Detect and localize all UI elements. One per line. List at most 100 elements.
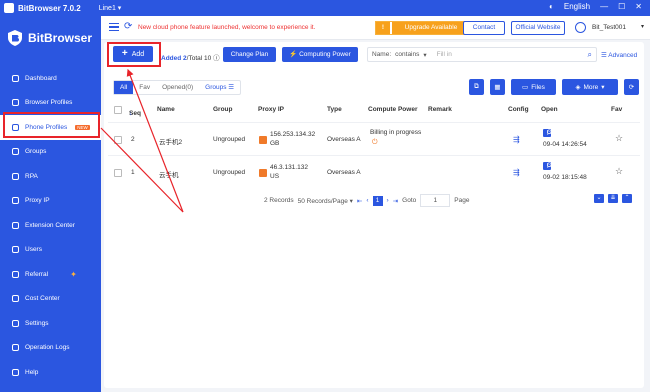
refresh-icon[interactable]: ⟳ xyxy=(624,79,639,95)
search-icon[interactable]: ⌕ xyxy=(588,50,592,60)
first-page-icon[interactable]: ⇤ xyxy=(357,197,362,205)
sidebar-item-groups[interactable]: Groups xyxy=(0,140,101,165)
info-icon[interactable]: ⓘ xyxy=(213,55,220,62)
advanced-filter-link[interactable]: ☰ Advanced xyxy=(601,51,637,59)
rpa-icon xyxy=(12,172,19,180)
sidebar-item-proxy-ip[interactable]: Proxy IP xyxy=(0,189,101,214)
sidebar-item-label: RPA xyxy=(25,172,38,180)
copy-icon[interactable]: ⧉ xyxy=(469,79,484,95)
filter-tabs: All Fav Opened(0) Groups ☰ xyxy=(113,80,242,95)
sidebar-item-label: Browser Profiles xyxy=(25,99,73,107)
row-checkbox[interactable] xyxy=(114,136,122,144)
change-plan-button[interactable]: Change Plan xyxy=(223,47,276,62)
menu-icon[interactable] xyxy=(109,23,119,31)
proxy-icon xyxy=(12,197,19,205)
sidebar-item-cost-center[interactable]: Cost Center xyxy=(0,287,101,312)
records-count: 2 Records xyxy=(264,197,294,204)
sidebar-item-rpa[interactable]: RPA xyxy=(0,164,101,189)
top-bar: ⟳ New cloud phone feature launched, welc… xyxy=(101,16,650,40)
monitor-icon: ▭ xyxy=(522,84,529,91)
notice-text[interactable]: New cloud phone feature launched, welcom… xyxy=(138,24,315,31)
sidebar-item-help[interactable]: Help xyxy=(0,360,101,385)
sort-down-icon: ↓ xyxy=(129,110,133,117)
app-name: BitBrowser 7.0.2 xyxy=(18,3,81,13)
star-icon[interactable]: ☆ xyxy=(615,133,623,144)
config-icon[interactable]: ⇶ xyxy=(513,135,520,144)
col-fav: Fav xyxy=(611,106,623,113)
theme-toggle-icon[interactable]: ◐ xyxy=(549,2,554,11)
config-icon[interactable]: ⇶ xyxy=(513,168,520,177)
per-page-select[interactable]: 50 Records/Page ▾ xyxy=(298,197,353,205)
col-config: Config xyxy=(508,106,529,113)
row-proxy-ip: 46.3.131.132 xyxy=(270,164,308,171)
logs-icon xyxy=(12,344,19,352)
chevron-down-icon: ▾ xyxy=(601,84,605,91)
star-icon[interactable]: ☆ xyxy=(615,166,623,177)
sidebar: BitBrowser Dashboard Browser Profiles Ph… xyxy=(0,16,101,392)
minimize-icon[interactable]: — xyxy=(600,2,608,11)
title-bar: BitBrowser 7.0.2 Line1 ▾ ◐ English — ☐ ✕ xyxy=(0,0,650,16)
goto-input[interactable]: 1 xyxy=(420,194,451,207)
user-name[interactable]: Bit_Test001 xyxy=(592,24,626,31)
sidebar-item-operation-logs[interactable]: Operation Logs xyxy=(0,336,101,361)
row-checkbox[interactable] xyxy=(114,169,122,177)
more-button[interactable]: ◈ More ▾ xyxy=(562,79,618,95)
col-remark: Remark xyxy=(428,106,452,113)
files-button[interactable]: ▭ Files xyxy=(511,79,556,95)
table-header: Seq ↓ Name Group Proxy IP Type Compute P… xyxy=(108,102,640,118)
sidebar-item-extension-center[interactable]: Extension Center xyxy=(0,213,101,238)
sidebar-item-settings[interactable]: Settings xyxy=(0,311,101,336)
sidebar-item-referral[interactable]: Referral ✦ xyxy=(0,262,101,287)
row-type: Overseas A xyxy=(327,136,361,143)
line-selector[interactable]: Line1 ▾ xyxy=(99,4,122,12)
prev-page-icon[interactable]: ‹ xyxy=(366,197,368,204)
chevron-down-icon[interactable]: ▾ xyxy=(641,23,644,30)
scroll-bottom-icon[interactable]: ⇊ xyxy=(608,194,618,203)
tab-opened[interactable]: Opened(0) xyxy=(156,81,199,94)
official-website-button[interactable]: Official Website xyxy=(511,21,565,35)
filter-icon: ☰ xyxy=(601,52,607,59)
gear-icon xyxy=(12,319,19,327)
total-text: /Total 10 xyxy=(186,55,212,62)
chevron-up-icon[interactable]: ⌃ xyxy=(622,194,632,203)
last-page-icon[interactable]: ⇥ xyxy=(393,197,398,205)
contact-button[interactable]: Contact xyxy=(463,21,505,35)
language-selector[interactable]: English xyxy=(564,2,590,11)
sidebar-item-label: Extension Center xyxy=(25,221,75,229)
refresh-icon[interactable]: ⟳ xyxy=(124,21,132,32)
proxy-geo-icon xyxy=(259,136,267,144)
columns-icon[interactable]: ▦ xyxy=(490,79,505,95)
sparkle-icon: ✦ xyxy=(70,269,77,279)
row-seq: 2 xyxy=(131,136,135,143)
chevron-down-icon[interactable]: ▾ xyxy=(423,51,426,59)
sidebar-item-users[interactable]: Users xyxy=(0,238,101,263)
col-compute-power: Compute Power xyxy=(368,106,418,113)
avatar[interactable] xyxy=(575,22,586,33)
open-button[interactable]: ▷ Open xyxy=(543,129,562,137)
chevron-down-icon[interactable]: ⌄ xyxy=(594,194,604,203)
row-opened-at: 09-04 14:26:54 xyxy=(543,141,587,148)
search-mode-select[interactable]: contains xyxy=(395,51,419,58)
next-page-icon[interactable]: › xyxy=(387,197,389,204)
users-icon xyxy=(12,246,19,254)
maximize-icon[interactable]: ☐ xyxy=(618,2,625,11)
sidebar-item-dashboard[interactable]: Dashboard xyxy=(0,66,101,91)
close-icon[interactable]: ✕ xyxy=(635,2,642,11)
upgrade-icon: ! xyxy=(376,22,390,34)
sidebar-item-label: Users xyxy=(25,246,42,254)
open-button[interactable]: ▷ Open xyxy=(543,162,562,170)
search-input[interactable]: Fill in xyxy=(437,51,452,58)
search-bar[interactable]: Name: contains ▾ Fill in ⌕ xyxy=(367,47,597,62)
select-all-checkbox[interactable] xyxy=(114,106,122,114)
computing-power-button[interactable]: ⚡ Computing Power xyxy=(282,47,358,62)
tab-fav[interactable]: Fav xyxy=(133,81,156,94)
upgrade-button[interactable]: ! Upgrade Available xyxy=(375,21,471,35)
table-row[interactable]: 1 云手机 Ungrouped 46.3.131.132 US Overseas… xyxy=(108,155,640,188)
cost-icon xyxy=(12,295,19,303)
col-type: Type xyxy=(327,106,342,113)
page-number[interactable]: 1 xyxy=(372,195,383,206)
tab-all[interactable]: All xyxy=(114,81,134,94)
tab-groups[interactable]: Groups ☰ xyxy=(199,81,240,94)
table-row[interactable]: 2 云手机2 Ungrouped 156.253.134.32 GB Overs… xyxy=(108,122,640,155)
col-proxy-ip: Proxy IP xyxy=(258,106,285,113)
